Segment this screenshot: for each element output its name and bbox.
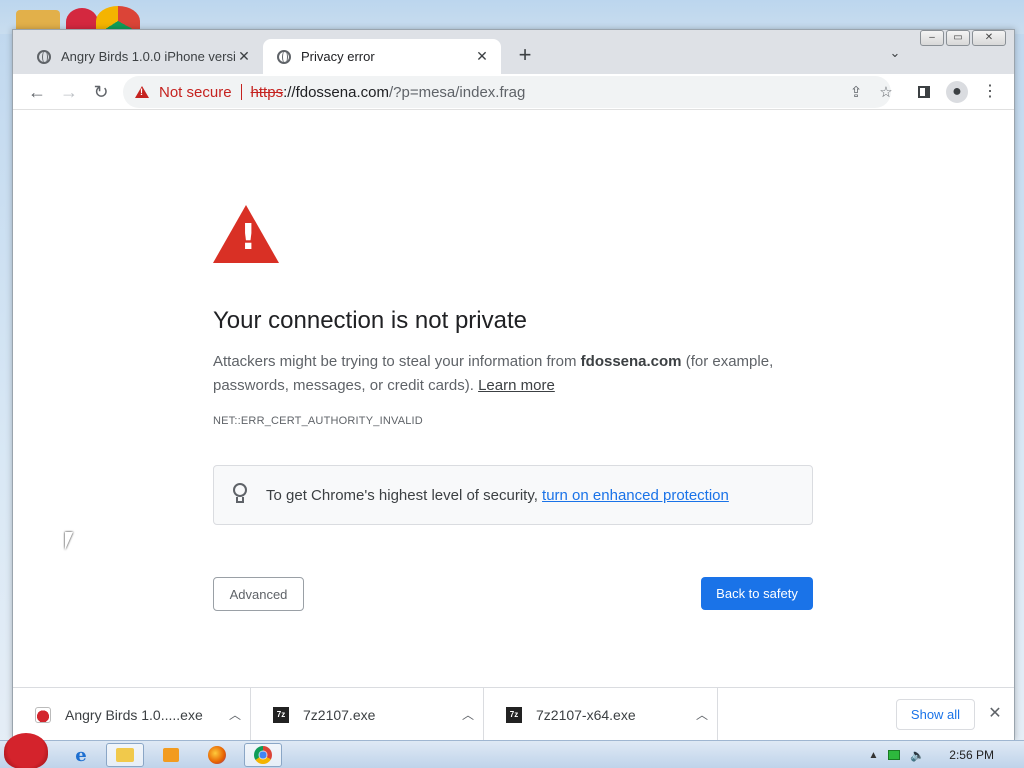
not-secure-label[interactable]: Not secure [159,84,232,101]
error-code[interactable]: NET::ERR_CERT_AUTHORITY_INVALID [213,415,423,427]
share-icon[interactable]: ⇪ [847,84,865,102]
explain-domain: fdossena.com [580,353,682,370]
interstitial-page: Your connection is not private Attackers… [13,111,1014,687]
7z-icon: 7z [273,706,289,723]
menu-kebab-icon[interactable]: ⋮ [979,81,1001,103]
browser-window: Angry Birds 1.0.0 iPhone versio ✕ Privac… [12,29,1015,741]
angry-bird-icon [35,706,51,723]
media-player-icon[interactable] [152,743,190,767]
close-icon[interactable]: ✕ [985,704,1005,724]
bookmark-star-icon[interactable]: ☆ [877,84,895,102]
tab-privacy-error[interactable]: Privacy error ✕ [263,39,501,74]
enhanced-protection-callout: To get Chrome's highest level of securit… [213,465,813,525]
advanced-button[interactable]: Advanced [213,577,304,611]
download-item[interactable]: Angry Birds 1.0.....exe ︿ [13,688,251,741]
mouse-cursor-icon [65,532,73,550]
chevron-up-icon[interactable]: ︿ [453,706,483,723]
url-host: ://fdossena.com [283,83,389,101]
side-panel-icon[interactable] [918,86,930,98]
close-window-button[interactable]: ✕ [972,30,1006,46]
network-icon[interactable] [888,750,901,760]
system-tray: ▲ 🔈 2:56 PM [868,741,1024,768]
firefox-icon[interactable] [198,743,236,767]
enhanced-protection-link[interactable]: turn on enhanced protection [542,487,729,504]
chevron-up-icon[interactable]: ︿ [687,706,717,723]
tab-angry-birds[interactable]: Angry Birds 1.0.0 iPhone versio ✕ [23,39,263,74]
forward-arrow-icon[interactable]: → [57,80,81,104]
window-controls: – ▭ ✕ [920,30,1006,46]
chevron-down-icon[interactable]: ⌄ [885,45,905,65]
file-explorer-icon[interactable] [106,743,144,767]
close-tab-icon[interactable]: ✕ [473,48,491,65]
explanation-text: Attackers might be trying to steal your … [213,350,813,398]
chrome-icon[interactable] [244,743,282,767]
download-filename: 7z2107.exe [303,706,376,723]
tab-title: Privacy error [301,49,375,64]
callout-text: To get Chrome's highest level of securit… [266,486,729,504]
back-to-safety-button[interactable]: Back to safety [701,577,813,610]
back-arrow-icon[interactable]: ← [25,80,49,104]
chevron-up-icon[interactable]: ︿ [220,706,250,723]
warning-icon[interactable] [135,86,149,98]
url-path: /?p=mesa/index.frag [388,83,526,101]
clock[interactable]: 2:56 PM [949,748,994,762]
url-scheme: https [250,83,284,101]
7z-icon: 7z [506,706,522,723]
close-tab-icon[interactable]: ✕ [235,48,253,65]
internet-explorer-icon[interactable]: e [62,743,100,767]
globe-icon [277,49,291,64]
reload-icon[interactable]: ↻ [89,80,113,104]
lightbulb-icon [230,483,250,507]
globe-icon [37,49,51,64]
download-item[interactable]: 7z 7z2107.exe ︿ [251,688,484,741]
volume-icon[interactable]: 🔈 [910,748,925,762]
warning-triangle-icon [213,205,279,263]
maximize-button[interactable]: ▭ [946,30,970,46]
download-filename: Angry Birds 1.0.....exe [65,706,203,723]
learn-more-link[interactable]: Learn more [478,377,555,394]
taskbar: e ▲ 🔈 2:56 PM [0,733,1024,768]
download-item[interactable]: 7z 7z2107-x64.exe ︿ [484,688,718,741]
tray-expand-icon[interactable]: ▲ [868,750,878,761]
divider [240,84,242,100]
page-title: Your connection is not private [213,307,527,334]
profile-avatar-icon[interactable]: ● [946,81,968,103]
start-button[interactable] [4,733,48,768]
tab-strip: Angry Birds 1.0.0 iPhone versio ✕ Privac… [13,30,1014,74]
minimize-button[interactable]: – [920,30,944,46]
download-shelf: Angry Birds 1.0.....exe ︿ 7z 7z2107.exe … [13,687,1014,741]
explain-prefix: Attackers might be trying to steal your … [213,353,581,370]
address-bar[interactable]: Not secure https ://fdossena.com /?p=mes… [123,76,893,108]
show-all-button[interactable]: Show all [896,699,975,730]
toolbar: ← → ↻ Not secure https ://fdossena.com /… [13,74,1014,110]
tab-title: Angry Birds 1.0.0 iPhone versio [61,49,235,64]
new-tab-button[interactable]: + [513,44,537,68]
download-filename: 7z2107-x64.exe [536,706,636,723]
